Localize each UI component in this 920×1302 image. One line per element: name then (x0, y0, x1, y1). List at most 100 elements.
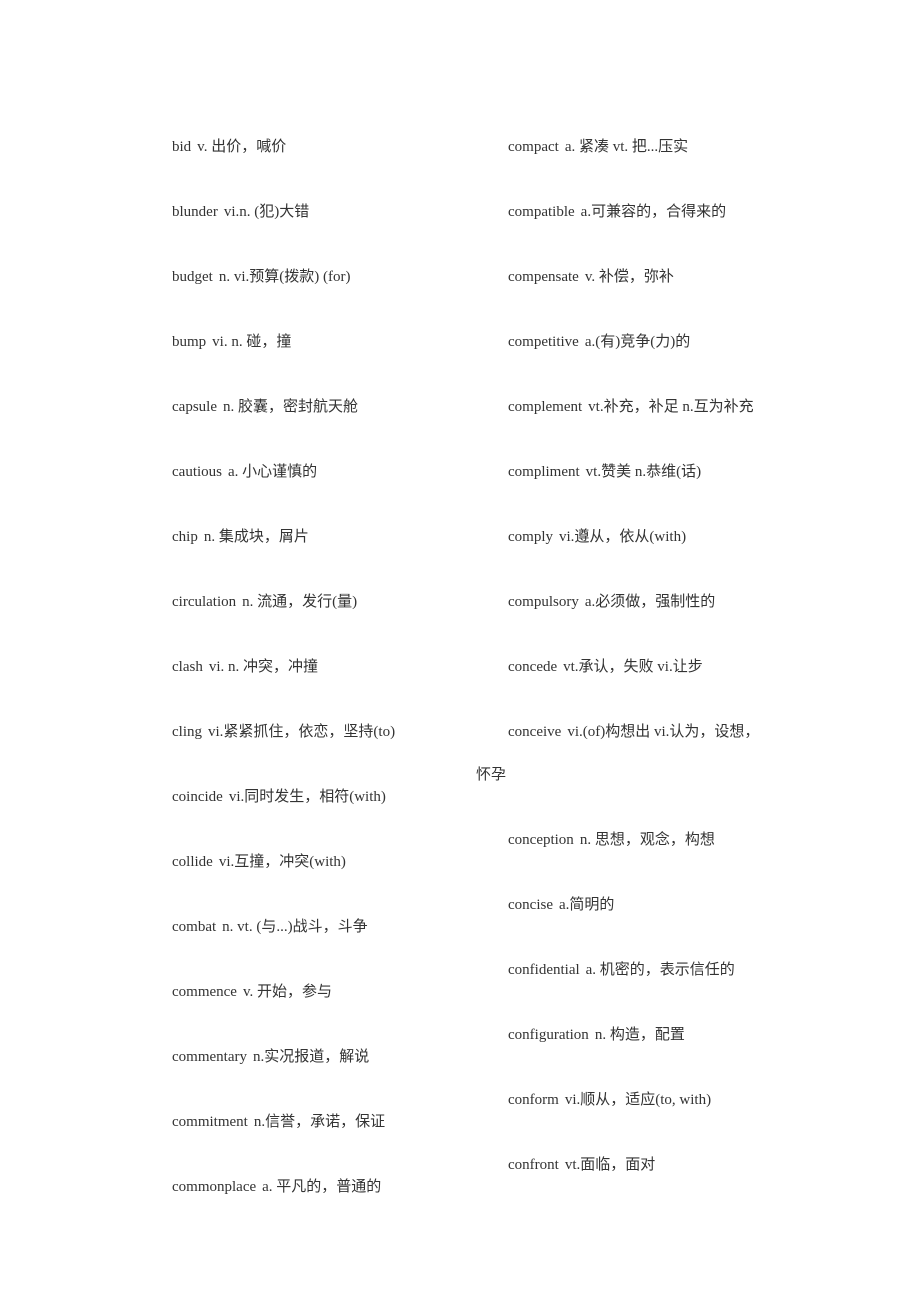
entry-word: collide (172, 854, 213, 870)
vocab-entry: budget n. vi.预算(拨款) (for) (172, 268, 350, 286)
vocab-entry: circulation n. 流通，发行(量) (172, 593, 357, 611)
vocab-entry: cling vi.紧紧抓住，依恋，坚持(to) (172, 723, 395, 741)
entry-definition: a.必须做，强制性的 (584, 594, 716, 610)
entry-definition: vi.顺从，适应(to, with) (564, 1092, 712, 1108)
entry-definition: a. 小心谨慎的 (228, 464, 318, 480)
entry-word: commonplace (172, 1179, 257, 1195)
entry-definition: v. 补偿，弥补 (584, 269, 674, 285)
entry-definition: n. vt. (与...)战斗，斗争 (222, 919, 368, 935)
entry-definition: n.信誉，承诺，保证 (253, 1114, 386, 1130)
entry-word: coincide (172, 789, 223, 805)
vocab-entry: compact a. 紧凑 vt. 把...压实 (508, 138, 688, 156)
entry-definition: n. 构造，配置 (594, 1027, 685, 1043)
vocab-entry: conceive vi.(of)构想出 vi.认为，设想， (508, 723, 759, 741)
entry-definition: vi.紧紧抓住，依恋，坚持(to) (208, 724, 396, 740)
entry-word: capsule (172, 399, 217, 415)
entry-definition: vt.赞美 n.恭维(话) (585, 464, 702, 480)
vocab-entry: concise a.简明的 (508, 896, 614, 914)
entry-word: competitive (508, 334, 579, 350)
entry-word: compatible (508, 204, 575, 220)
entry-definition: vt.补充，补足 n.互为补充 (588, 399, 754, 415)
entry-word: comply (508, 529, 553, 545)
entry-word: bid (172, 139, 192, 155)
vocab-entry: competitive a.(有)竞争(力)的 (508, 333, 690, 351)
entry-word: compact (508, 139, 559, 155)
entry-word: circulation (172, 594, 237, 610)
entry-word: compliment (508, 464, 580, 480)
entry-definition: a. 紧凑 vt. 把...压实 (564, 139, 689, 155)
vocab-entry: coincide vi.同时发生，相符(with) (172, 788, 386, 806)
entry-definition: vi. n. 冲突，冲撞 (208, 659, 318, 675)
conceive-continuation: 怀孕 (476, 767, 507, 783)
entry-word: conceive (508, 724, 562, 740)
vocab-entry: compulsory a.必须做，强制性的 (508, 593, 715, 611)
vocab-entry: compliment vt.赞美 n.恭维(话) (508, 463, 701, 481)
entry-definition: a.可兼容的，合得来的 (580, 204, 727, 220)
entry-word: clash (172, 659, 203, 675)
entry-definition: n. 集成块，屑片 (203, 529, 309, 545)
entry-word: confront (508, 1157, 559, 1173)
entry-word: bump (172, 334, 207, 350)
entry-definition: vi. n. 碰，撞 (212, 334, 292, 350)
vocab-entry: blunder vi.n. (犯)大错 (172, 203, 309, 221)
vocab-entry: collide vi.互撞，冲突(with) (172, 853, 346, 871)
vocab-entry: confront vt.面临，面对 (508, 1156, 655, 1174)
entry-word: combat (172, 919, 217, 935)
vocab-entry: bid v. 出价，喊价 (172, 138, 286, 156)
entry-word: cautious (172, 464, 222, 480)
vocab-entry: cautious a. 小心谨慎的 (172, 463, 317, 481)
entry-word: complement (508, 399, 583, 415)
vocab-entry: bump vi. n. 碰，撞 (172, 333, 291, 351)
entry-definition: vi.互撞，冲突(with) (218, 854, 346, 870)
entry-word: compensate (508, 269, 579, 285)
vocab-entry: commonplace a. 平凡的，普通的 (172, 1178, 381, 1196)
vocab-entry: combat n. vt. (与...)战斗，斗争 (172, 918, 368, 936)
entry-word: budget (172, 269, 213, 285)
entry-definition: v. 开始，参与 (242, 984, 332, 1000)
vocab-entry: compatible a.可兼容的，合得来的 (508, 203, 726, 221)
entry-word: conform (508, 1092, 559, 1108)
entry-definition: vi.同时发生，相符(with) (228, 789, 386, 805)
entry-word: blunder (172, 204, 218, 220)
entry-definition: a.简明的 (558, 897, 615, 913)
entry-definition: n. 胶囊，密封航天舱 (222, 399, 358, 415)
entry-definition: n. 流通，发行(量) (242, 594, 358, 610)
entry-definition: n.实况报道，解说 (252, 1049, 370, 1065)
entry-word: cling (172, 724, 202, 740)
entry-definition: a.(有)竞争(力)的 (584, 334, 691, 350)
vocab-entry: confidential a. 机密的，表示信任的 (508, 961, 735, 979)
entry-word: commentary (172, 1049, 247, 1065)
vocab-entry: conform vi.顺从，适应(to, with) (508, 1091, 711, 1109)
entry-word: configuration (508, 1027, 589, 1043)
entry-definition: vt.面临，面对 (564, 1157, 656, 1173)
entry-definition: a. 平凡的，普通的 (262, 1179, 382, 1195)
vocab-entry: commence v. 开始，参与 (172, 983, 332, 1001)
entry-word: concede (508, 659, 558, 675)
entry-word: chip (172, 529, 198, 545)
entry-definition: vt.承认，失败 vi.让步 (563, 659, 703, 675)
entry-definition: n. vi.预算(拨款) (for) (218, 269, 351, 285)
entry-word: compulsory (508, 594, 579, 610)
vocab-entry: commitment n.信誉，承诺，保证 (172, 1113, 385, 1131)
entry-word: commence (172, 984, 237, 1000)
entry-definition: a. 机密的，表示信任的 (585, 962, 735, 978)
entry-word: confidential (508, 962, 580, 978)
vocab-entry: commentary n.实况报道，解说 (172, 1048, 369, 1066)
vocab-entry: conception n. 思想，观念，构想 (508, 831, 715, 849)
entry-definition: v. 出价，喊价 (197, 139, 287, 155)
vocab-entry: clash vi. n. 冲突，冲撞 (172, 658, 318, 676)
entry-definition: n. 思想，观念，构想 (579, 832, 715, 848)
entry-definition: vi.(of)构想出 vi.认为，设想， (567, 724, 760, 740)
vocab-entry: comply vi.遵从，依从(with) (508, 528, 686, 546)
entry-word: concise (508, 897, 553, 913)
entry-word: conception (508, 832, 574, 848)
entry-definition: vi.n. (犯)大错 (223, 204, 310, 220)
vocab-entry: configuration n. 构造，配置 (508, 1026, 685, 1044)
vocab-entry: concede vt.承认，失败 vi.让步 (508, 658, 703, 676)
vocab-entry: compensate v. 补偿，弥补 (508, 268, 674, 286)
entry-definition: vi.遵从，依从(with) (559, 529, 687, 545)
vocab-entry: capsule n. 胶囊，密封航天舱 (172, 398, 358, 416)
vocab-entry: chip n. 集成块，屑片 (172, 528, 309, 546)
vocab-entry: complement vt.补充，补足 n.互为补充 (508, 398, 754, 416)
entry-word: commitment (172, 1114, 248, 1130)
